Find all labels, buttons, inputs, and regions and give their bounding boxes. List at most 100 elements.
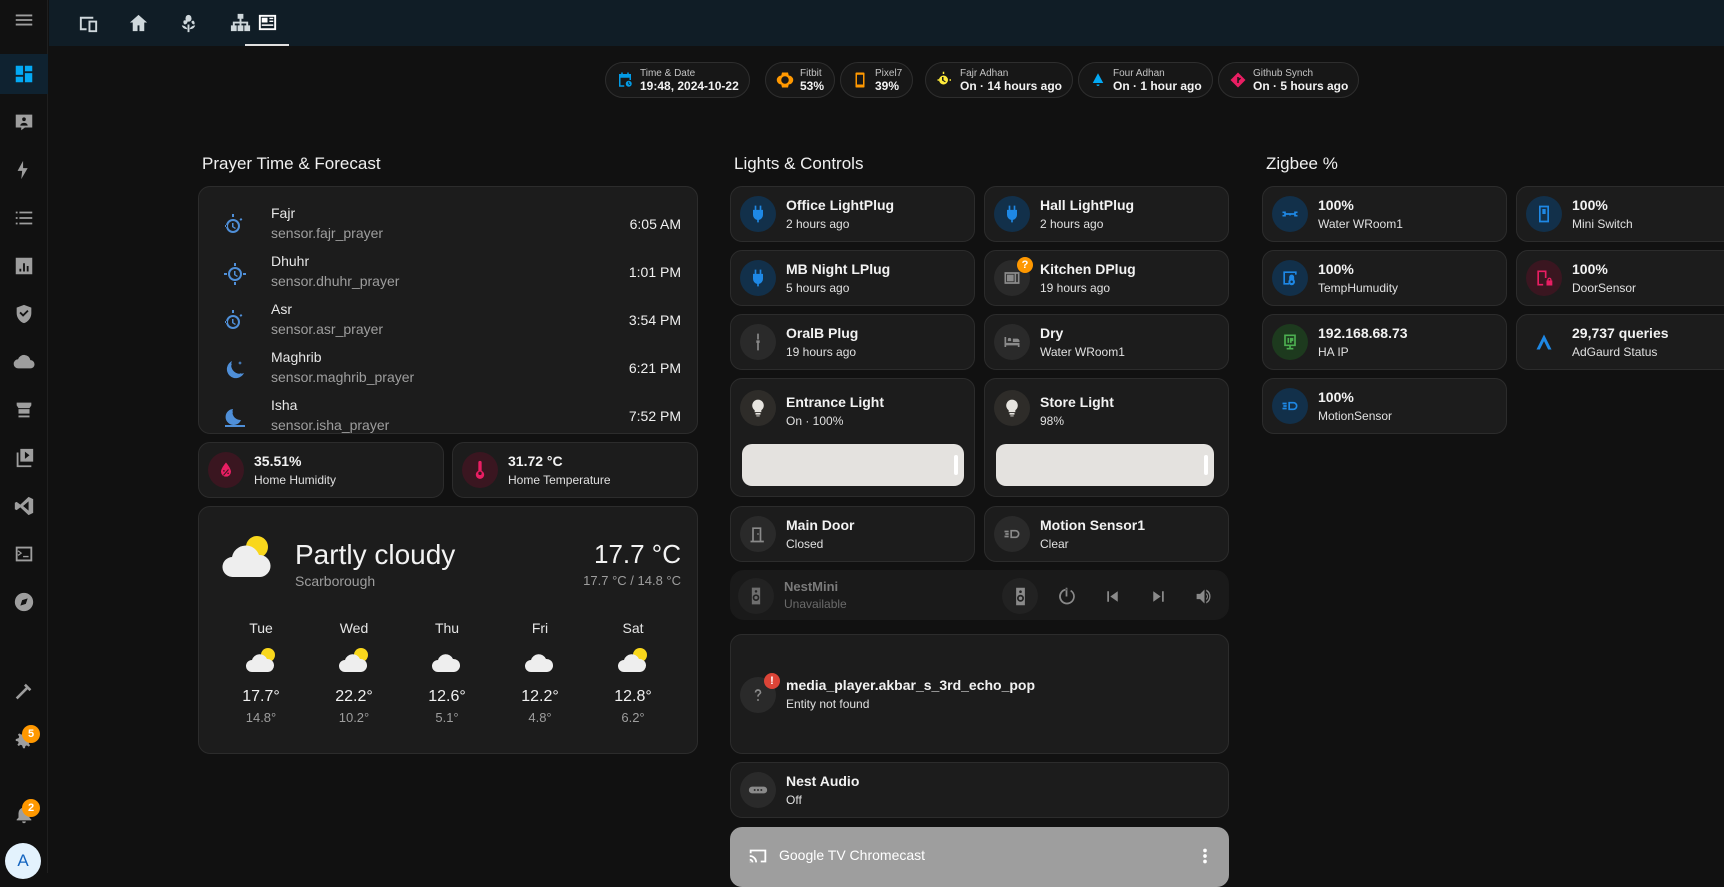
tile-label: AdGaurd Status	[1572, 345, 1658, 359]
more-vertical-icon[interactable]	[1194, 845, 1216, 867]
flower-view-icon[interactable]	[163, 0, 213, 46]
nest-audio-tile[interactable]: Nest Audio Off	[730, 762, 1229, 818]
tile-name: Hall LightPlug	[1040, 197, 1135, 213]
prayer-time: 1:01 PM	[628, 264, 681, 280]
bell-icon[interactable]: 2	[0, 794, 48, 834]
chip-value: 53%	[800, 78, 825, 93]
forecast-low: 14.8°	[245, 710, 277, 725]
store-light-tile[interactable]: Store Light 98%	[984, 378, 1229, 497]
chip-label: Github Synch	[1253, 67, 1314, 79]
prayer-row-dhuhr[interactable]: Dhuhr sensor.dhuhr_prayer 1:01 PM	[199, 250, 697, 298]
chip-four-adhan[interactable]: Four Adhan On · 1 hour ago	[1078, 62, 1213, 98]
partly-cloudy-icon	[246, 648, 275, 672]
prayer-time: 6:21 PM	[628, 360, 681, 376]
home-temperature-tile[interactable]: 31.72 °C Home Temperature	[452, 442, 698, 498]
compass-icon[interactable]	[0, 582, 48, 622]
avatar[interactable]: A	[5, 843, 41, 879]
chip-label: Time & Date	[640, 67, 696, 79]
zigbee-mini-switch-tile[interactable]: 100% Mini Switch	[1516, 186, 1724, 242]
ha-ip-tile[interactable]: 192.168.68.73 HA IP	[1262, 314, 1507, 370]
oralb-plug-tile[interactable]: OralB Plug 19 hours ago	[730, 314, 975, 370]
menu-icon[interactable]	[0, 0, 48, 40]
tile-name: Dry	[1040, 325, 1064, 341]
terminal-icon[interactable]	[0, 534, 48, 574]
brightness-slider[interactable]	[742, 444, 964, 486]
chip-fajr-adhan[interactable]: Fajr Adhan On · 14 hours ago	[925, 62, 1074, 98]
prayer-row-fajr[interactable]: Fajr sensor.fajr_prayer 6:05 AM	[199, 202, 697, 250]
tile-name: Kitchen DPlug	[1040, 261, 1136, 277]
tile-name: Nest Audio	[786, 773, 860, 789]
tile-label: Water WRoom1	[1318, 217, 1403, 231]
power-plug-icon	[740, 196, 776, 232]
prayer-name: Maghrib	[271, 349, 322, 365]
slider-handle[interactable]	[1204, 455, 1208, 475]
main-door-tile[interactable]: Main Door Closed	[730, 506, 975, 562]
zigbee-motion-sensor-tile[interactable]: 100% MotionSensor	[1262, 378, 1507, 434]
zigbee-temphumudity-tile[interactable]: 100% TempHumudity	[1262, 250, 1507, 306]
hacs-store-icon[interactable]	[0, 390, 48, 430]
chip-label: Fitbit	[800, 67, 822, 79]
dashboard-icon[interactable]	[0, 54, 48, 94]
chip-time-date[interactable]: Time & Date 19:48, 2024-10-22	[605, 62, 750, 98]
watch-icon	[776, 72, 794, 88]
tile-state: Unavailable	[784, 597, 847, 611]
chip-github-synch[interactable]: Github Synch On · 5 hours ago	[1218, 62, 1360, 98]
forecast-high: 12.2°	[521, 688, 559, 705]
home-view-icon[interactable]	[113, 0, 163, 46]
zigbee-water-wroom1-tile[interactable]: 100% Water WRoom1	[1262, 186, 1507, 242]
chip-fitbit[interactable]: Fitbit 53%	[765, 62, 836, 98]
prayer-row-asr[interactable]: Asr sensor.asr_prayer 3:54 PM	[199, 298, 697, 346]
hall-lightplug-tile[interactable]: Hall LightPlug 2 hours ago	[984, 186, 1229, 242]
mb-night-lplug-tile[interactable]: MB Night LPlug 5 hours ago	[730, 250, 975, 306]
cloudy-icon	[525, 654, 554, 672]
chip-label: Fajr Adhan	[960, 67, 1009, 79]
prayer-entity: sensor.isha_prayer	[271, 417, 390, 433]
echo-pop-entity-card[interactable]: ! media_player.akbar_s_3rd_echo_pop Enti…	[730, 634, 1229, 754]
chart-icon[interactable]	[0, 246, 48, 286]
water-sensor-icon	[1272, 196, 1308, 232]
motion-sensor1-tile[interactable]: Motion Sensor1 Clear	[984, 506, 1229, 562]
list-icon[interactable]	[0, 198, 48, 238]
view-tab-bar	[49, 0, 1724, 46]
lightning-icon[interactable]	[0, 150, 48, 190]
adguard-status-tile[interactable]: 29,737 queries AdGaurd Status	[1516, 314, 1724, 370]
home-humidity-tile[interactable]: 35.51% Home Humidity	[198, 442, 444, 498]
dry-tile[interactable]: Dry Water WRoom1	[984, 314, 1229, 370]
person-board-icon[interactable]	[0, 102, 48, 142]
tile-value: 100%	[1318, 389, 1354, 405]
prayer-row-isha[interactable]: Isha sensor.isha_prayer 7:52 PM	[199, 394, 697, 433]
volume-icon[interactable]	[1186, 578, 1222, 614]
lightbulb-icon	[740, 390, 776, 426]
calendar-clock-icon	[619, 72, 632, 87]
brightness-slider[interactable]	[996, 444, 1214, 486]
zigbee-door-sensor-tile[interactable]: 100% DoorSensor	[1516, 250, 1724, 306]
office-lightplug-tile[interactable]: Office LightPlug 2 hours ago	[730, 186, 975, 242]
cloud-icon[interactable]	[0, 342, 48, 382]
media-icon[interactable]	[0, 438, 48, 478]
toothbrush-icon	[740, 324, 776, 360]
chip-pixel7[interactable]: Pixel7 39%	[840, 62, 914, 98]
chip-value: On · 14 hours ago	[960, 78, 1063, 93]
humidity-label: Home Humidity	[254, 473, 337, 487]
power-icon[interactable]	[1048, 578, 1084, 614]
tile-state: 2 hours ago	[1040, 217, 1104, 231]
gear-icon[interactable]: 5	[0, 720, 48, 760]
prayer-row-maghrib[interactable]: Maghrib sensor.maghrib_prayer 6:21 PM	[199, 346, 697, 394]
unknown-badge: ?	[1017, 257, 1033, 273]
previous-track-icon[interactable]	[1094, 578, 1130, 614]
speaker-icon[interactable]	[1002, 578, 1038, 614]
devices-view-icon[interactable]	[63, 0, 113, 46]
git-icon	[1230, 72, 1246, 88]
newspaper-view-icon[interactable]	[245, 0, 289, 46]
google-tv-chromecast-card[interactable]: Google TV Chromecast	[730, 827, 1229, 887]
entrance-light-tile[interactable]: Entrance Light On · 100%	[730, 378, 975, 497]
vscode-icon[interactable]	[0, 486, 48, 526]
motion-sensor-icon	[994, 516, 1030, 552]
hammer-icon[interactable]	[0, 672, 48, 712]
slider-handle[interactable]	[954, 455, 958, 475]
shield-check-icon[interactable]	[0, 294, 48, 334]
kitchen-dplug-tile[interactable]: ? Kitchen DPlug 19 hours ago	[984, 250, 1229, 306]
thermometer-icon	[462, 452, 498, 488]
next-track-icon[interactable]	[1140, 578, 1176, 614]
moon-horizon-icon	[223, 406, 247, 430]
